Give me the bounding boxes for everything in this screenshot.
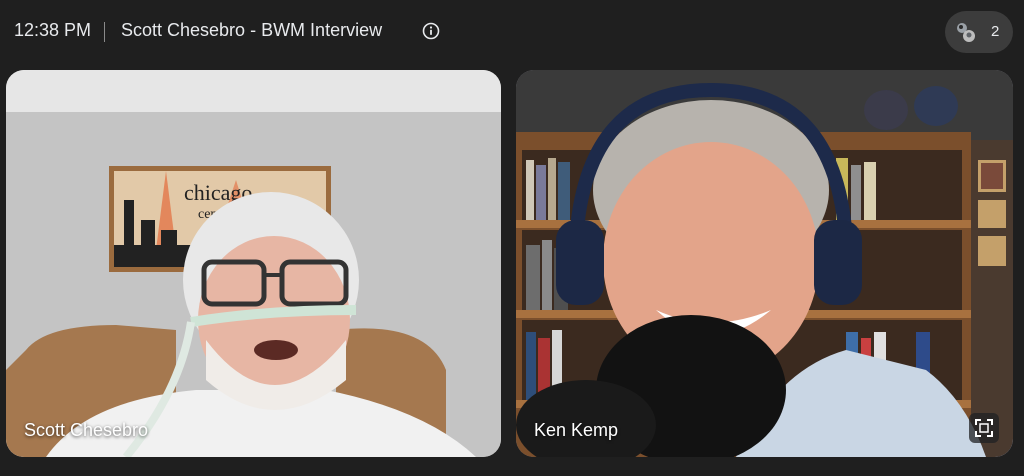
fullscreen-button[interactable]	[969, 413, 999, 443]
participant-count: 2	[991, 23, 1000, 40]
fullscreen-icon	[975, 419, 993, 437]
video-tile-ken[interactable]: Ken Kemp	[516, 70, 1013, 457]
video-feed-ken	[516, 70, 1013, 457]
header-divider	[104, 22, 105, 42]
meeting-time: 12:38 PM	[14, 20, 92, 40]
info-icon[interactable]	[422, 22, 440, 40]
participant-name-scott: Scott Chesebro	[24, 420, 149, 440]
video-tile-scott[interactable]: chicago cent Scott Chesebro	[6, 70, 501, 457]
participant-avatar-icon	[955, 21, 977, 43]
participants-button[interactable]: 2	[945, 11, 1013, 53]
meeting-header: 12:38 PM Scott Chesebro - BWM Interview …	[0, 0, 1024, 64]
participant-name-ken: Ken Kemp	[534, 420, 619, 440]
meeting-title: Scott Chesebro - BWM Interview	[121, 20, 383, 40]
video-feed-scott: chicago cent	[6, 70, 501, 457]
